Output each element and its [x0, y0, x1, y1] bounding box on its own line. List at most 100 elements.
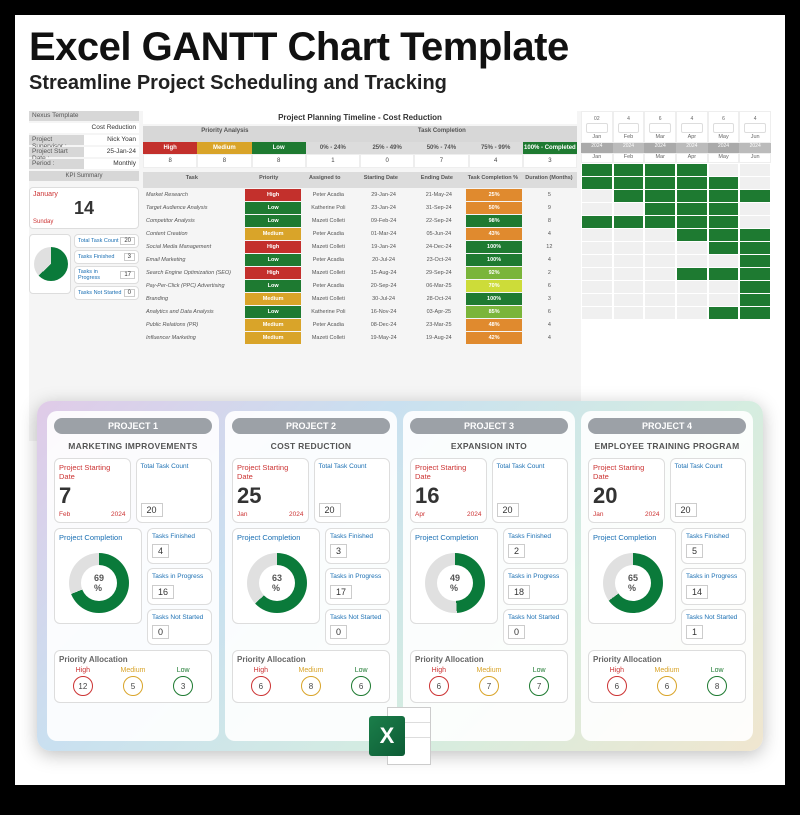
- total-task-panel: Total Task Count 20: [136, 458, 213, 523]
- gantt-row: [581, 203, 771, 215]
- priority-high-n: 8: [143, 154, 197, 168]
- cell-completion: 100%: [466, 293, 521, 305]
- gantt-month2-cell: Apr: [676, 153, 708, 163]
- cell-assigned: Mazeti Colleti: [301, 215, 356, 227]
- compl-count-2: 7: [414, 154, 468, 168]
- cell-task: Search Engine Optimization (SEO): [143, 267, 245, 279]
- table-row[interactable]: Branding Medium Mazeti Colleti 30-Jul-24…: [143, 293, 577, 305]
- project-card: PROJECT 4 EMPLOYEE TRAINING PROGRAM Proj…: [581, 411, 753, 741]
- gantt-row: [581, 281, 771, 293]
- template-name-value[interactable]: Cost Reduction: [29, 123, 139, 133]
- gantt-row: [581, 255, 771, 267]
- priority-high-label: High: [143, 142, 197, 154]
- pa-high-label: High: [73, 667, 93, 674]
- priority-alloc-title: Priority Allocation: [593, 655, 741, 664]
- notstarted-panel: Tasks Not Started0: [147, 609, 212, 645]
- notstarted-panel: Tasks Not Started1: [681, 609, 746, 645]
- completion-title: Project Completion: [415, 533, 493, 542]
- start-date-label: Project Starting Date: [593, 463, 660, 481]
- cell-task: Content Creation: [143, 228, 245, 240]
- gantt-year-cell: 2024: [644, 143, 676, 153]
- table-row[interactable]: Competitor Analysis Low Mazeti Colleti 0…: [143, 215, 577, 227]
- gantt-row: [581, 268, 771, 280]
- cell-task: Market Research: [143, 189, 245, 201]
- gantt-month-cell: 6May: [708, 111, 740, 143]
- start-month: Feb: [59, 511, 70, 518]
- pa-low-label: Low: [707, 667, 727, 674]
- cell-start: 20-Sep-24: [356, 280, 411, 292]
- cell-assigned: Mazeti Colleti: [301, 267, 356, 279]
- card-subtitle: COST REDUCTION: [232, 439, 390, 453]
- cell-end: 22-Sep-24: [411, 215, 466, 227]
- priority-analysis-head: Priority Analysis: [143, 126, 307, 142]
- priority-low-n: 8: [252, 154, 306, 168]
- priority-alloc-title: Priority Allocation: [237, 655, 385, 664]
- table-row[interactable]: Market Research High Peter Acadia 29-Jan…: [143, 189, 577, 201]
- total-task-label: Total Task Count: [141, 463, 208, 471]
- gantt-month-cell: 4Apr: [676, 111, 708, 143]
- finished-label: Tasks Finished: [330, 533, 385, 541]
- table-row[interactable]: Social Media Management High Mazeti Coll…: [143, 241, 577, 253]
- notstarted-label: Tasks Not Started: [330, 614, 385, 622]
- col-start: Starting Date: [353, 172, 409, 188]
- cell-task: Branding: [143, 293, 245, 305]
- cell-completion: 43%: [466, 228, 521, 240]
- finished-label: Tasks Finished: [508, 533, 563, 541]
- cell-end: 21-May-24: [411, 189, 466, 201]
- cell-priority: High: [245, 241, 300, 253]
- total-task-panel: Total Task Count 20: [492, 458, 569, 523]
- start-date-panel: Project Starting Date 25 Jan2024: [232, 458, 309, 523]
- cell-duration: 4: [522, 332, 577, 344]
- progress-label: Tasks in Progress: [686, 573, 741, 581]
- supervisor-value[interactable]: Nick Yoan: [84, 135, 139, 145]
- completion-bucket-0: 0% - 24%: [306, 142, 360, 154]
- kpi-mini-boxes: Total Task Count20 Tasks Finished3 Tasks…: [74, 234, 139, 300]
- completion-donut: 49%: [425, 553, 485, 613]
- cell-duration: 6: [522, 306, 577, 318]
- cell-priority: Low: [245, 254, 300, 266]
- cell-duration: 4: [522, 254, 577, 266]
- col-priority: Priority: [241, 172, 297, 188]
- table-row[interactable]: Pay-Per-Click (PPC) Advertising Low Pete…: [143, 280, 577, 292]
- pa-low-n: 3: [173, 676, 193, 696]
- start-date-label: Project Start Date :: [29, 147, 84, 157]
- product-frame: Excel GANTT Chart Template Streamline Pr…: [15, 15, 785, 785]
- completion-panel: Project Completion 49%: [410, 528, 498, 624]
- table-row[interactable]: Public Relations (PR) Medium Peter Acadi…: [143, 319, 577, 331]
- table-row[interactable]: Email Marketing Low Peter Acadia 20-Jul-…: [143, 254, 577, 266]
- finished-n: 2: [508, 544, 525, 558]
- start-date-value[interactable]: 25-Jan-24: [84, 147, 139, 157]
- table-row[interactable]: Content Creation Medium Peter Acadia 01-…: [143, 228, 577, 240]
- pa-high-n: 6: [429, 676, 449, 696]
- card-head: PROJECT 3: [410, 418, 568, 434]
- sheet-mid-column: Project Planning Timeline - Cost Reducti…: [143, 111, 577, 441]
- gantt-row: [581, 294, 771, 306]
- table-row[interactable]: Analytics and Data Analysis Low Katherin…: [143, 306, 577, 318]
- pa-high-n: 6: [251, 676, 271, 696]
- cell-completion: 50%: [466, 202, 521, 214]
- cell-end: 23-Oct-24: [411, 254, 466, 266]
- cell-priority: Low: [245, 215, 300, 227]
- start-day: 25: [237, 481, 304, 511]
- compl-count-4: 3: [523, 154, 577, 168]
- gantt-month-cell: 4Jun: [739, 111, 771, 143]
- cell-assigned: Mazeti Colleti: [301, 332, 356, 344]
- start-day: 7: [59, 481, 126, 511]
- finished-panel: Tasks Finished3: [325, 528, 390, 564]
- completion-bucket-1: 25% - 49%: [360, 142, 414, 154]
- gantt-year-cell: 2024: [739, 143, 771, 153]
- table-row[interactable]: Target Audience Analysis Low Katherine P…: [143, 202, 577, 214]
- cell-start: 01-Mar-24: [356, 228, 411, 240]
- kpi-stack: Tasks Finished2 Tasks in Progress18 Task…: [503, 528, 568, 645]
- cell-priority: Low: [245, 202, 300, 214]
- completion-pct: 49%: [437, 565, 473, 601]
- start-date-panel: Project Starting Date 16 Apr2024: [410, 458, 487, 523]
- table-row[interactable]: Search Engine Optimization (SEO) High Ma…: [143, 267, 577, 279]
- start-date-panel: Project Starting Date 7 Feb2024: [54, 458, 131, 523]
- start-date-label: Project Starting Date: [415, 463, 482, 481]
- progress-n: 16: [152, 585, 174, 599]
- completion-donut: 65%: [603, 553, 663, 613]
- period-value[interactable]: Monthly: [84, 159, 139, 169]
- notstarted-n: 1: [686, 625, 703, 639]
- table-row[interactable]: Influencer Marketing Medium Mazeti Colle…: [143, 332, 577, 344]
